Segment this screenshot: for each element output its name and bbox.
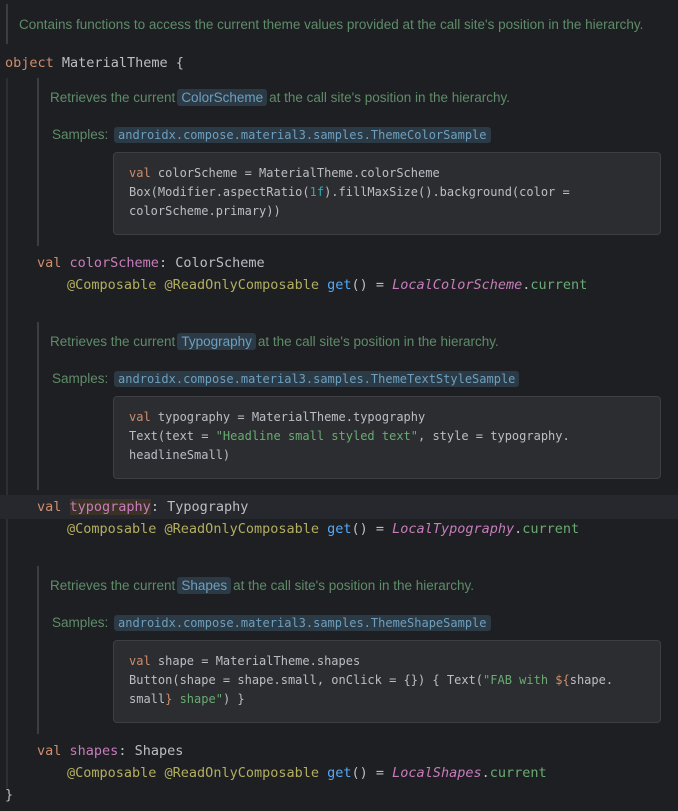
sample-code-shapes: val shape = MaterialTheme.shapes Button(s…	[129, 654, 614, 706]
shapes-samples: Samples: androidx.compose.material3.samp…	[52, 615, 493, 631]
shapes-getter[interactable]: @Composable @ReadOnlyComposable get() = …	[67, 765, 547, 781]
shapes-doc: Retrieves the current Shapes at the call s…	[50, 577, 475, 594]
shapes-property: shapes	[69, 743, 119, 759]
type-link-shapes[interactable]: Shapes	[177, 577, 232, 594]
colorscheme-doc: Retrieves the current ColorScheme at the c…	[50, 89, 511, 106]
sample-link-shapes[interactable]: androidx.compose.material3.samples.Theme…	[114, 615, 491, 631]
type-link-typography[interactable]: Typography	[177, 333, 256, 350]
colorscheme-samples: Samples: androidx.compose.material3.samp…	[52, 127, 493, 143]
sample-link-colorscheme[interactable]: androidx.compose.material3.samples.Theme…	[114, 127, 491, 143]
object-declaration[interactable]: object MaterialTheme {	[5, 55, 184, 71]
colorscheme-declaration[interactable]: val colorScheme: ColorScheme	[37, 255, 265, 271]
object-keyword: object	[5, 55, 54, 71]
typography-doc: Retrieves the current Typography at the ca…	[50, 333, 499, 350]
typography-property: typography	[69, 499, 151, 515]
typography-samples: Samples: androidx.compose.material3.samp…	[52, 371, 521, 387]
doc-guide-bar	[37, 566, 39, 734]
colorscheme-property: colorScheme	[69, 255, 159, 271]
object-close-brace: }	[5, 787, 14, 803]
typography-declaration[interactable]: val typography: Typography	[37, 499, 248, 515]
indent-guide	[6, 78, 8, 788]
object-open-brace: {	[175, 55, 184, 71]
sample-code-typography: val typography = MaterialTheme.typograph…	[129, 410, 570, 462]
doc-guide-bar	[37, 322, 39, 490]
sample-link-typography[interactable]: androidx.compose.material3.samples.Theme…	[114, 371, 520, 387]
sample-code-colorscheme: val colorScheme = MaterialTheme.colorSch…	[129, 166, 570, 218]
object-name: MaterialTheme	[61, 55, 168, 71]
object-doc-comment: Contains functions to access the current…	[19, 17, 644, 32]
doc-guide-bar	[37, 78, 39, 246]
type-link-colorscheme[interactable]: ColorScheme	[177, 89, 268, 106]
colorscheme-getter[interactable]: @Composable @ReadOnlyComposable get() = …	[67, 277, 587, 293]
doc-guide-bar	[6, 4, 8, 44]
typography-getter[interactable]: @Composable @ReadOnlyComposable get() = …	[67, 521, 579, 537]
shapes-declaration[interactable]: val shapes: Shapes	[37, 743, 183, 759]
